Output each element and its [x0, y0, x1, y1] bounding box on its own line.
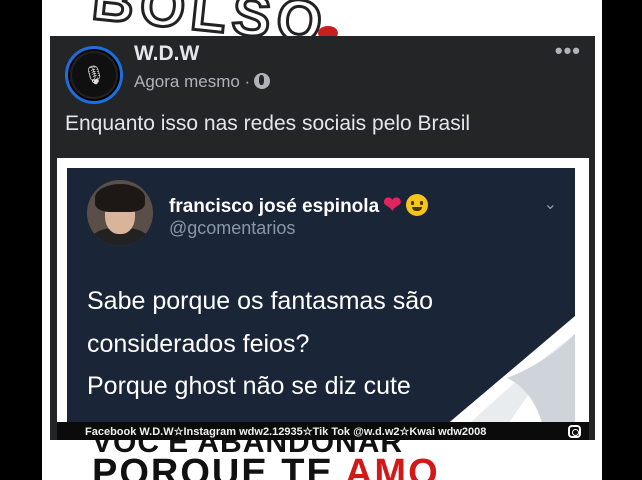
tweet-text: Sabe porque os fantasmas são considerado…: [87, 280, 507, 408]
watermark-text: Facebook W.D.W☆Instagram wdw2.12935☆Tik …: [85, 425, 487, 438]
smile-emoji-icon: [405, 194, 428, 216]
tweet-handle: @gcomentarios: [169, 218, 296, 238]
facebook-post: 🎙 W.D.W Agora mesmo · ••• Enquanto isso …: [50, 36, 595, 440]
background-bottom-lettering: VOC'E ABANDONAR PORQUE TE AMO: [42, 440, 602, 480]
tweet-card: francisco josé espinola ❤ @gcomentarios ⌄…: [67, 168, 575, 426]
instagram-icon: [568, 425, 581, 438]
background-bottom-line-2: PORQUE TE AMO: [92, 452, 440, 480]
page-curl-icon: [445, 316, 575, 426]
screen: BOLSO VOC'E ABANDONAR PORQUE TE AMO 🎙 W.…: [0, 0, 642, 480]
chevron-down-icon: ⌄: [543, 194, 557, 213]
watermark-bar: Facebook W.D.W☆Instagram wdw2.12935☆Tik …: [57, 422, 589, 440]
tweet-author: francisco josé espinola ❤: [169, 192, 428, 218]
tweet-line: Porque ghost não se diz cute: [87, 372, 411, 400]
tweet-line: Sabe porque os fantasmas são: [87, 287, 434, 315]
background-top-lettering: BOLSO: [42, 0, 602, 36]
more-options-icon[interactable]: •••: [555, 38, 581, 64]
page-avatar[interactable]: 🎙: [65, 46, 123, 104]
heart-icon: ❤: [383, 192, 402, 217]
tweet-avatar: [87, 180, 153, 246]
microphone-icon: 🎙: [70, 51, 118, 99]
post-timestamp[interactable]: Agora mesmo ·: [134, 72, 271, 92]
post-image[interactable]: francisco josé espinola ❤ @gcomentarios ⌄…: [57, 158, 589, 440]
post-author[interactable]: W.D.W: [134, 42, 199, 66]
background-top-text: BOLSO: [88, 0, 333, 36]
tweet-line: considerados feios?: [87, 329, 310, 358]
globe-icon: [254, 73, 271, 89]
post-text: Enquanto isso nas redes sociais pelo Bra…: [65, 112, 471, 135]
red-dot: [318, 26, 338, 36]
